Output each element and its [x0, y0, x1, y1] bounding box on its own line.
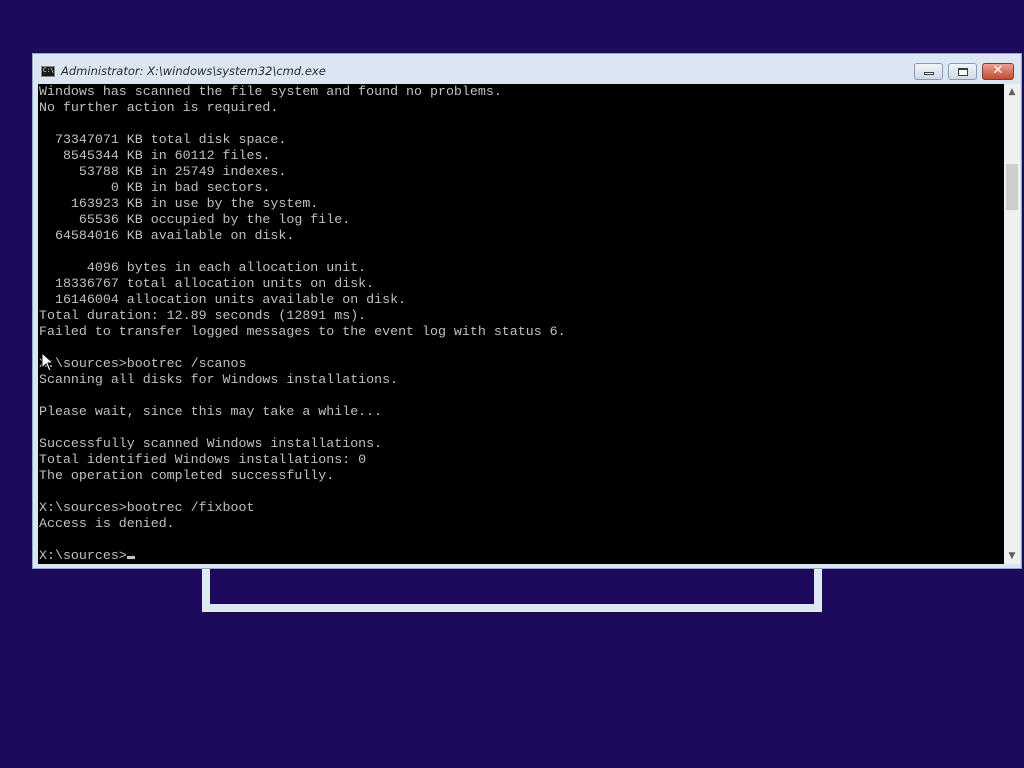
maximize-button[interactable]: [948, 63, 977, 80]
console-output[interactable]: Windows has scanned the file system and …: [38, 84, 1004, 564]
maximize-icon: [958, 68, 968, 76]
scroll-up-icon[interactable]: ▲: [1004, 84, 1020, 100]
background-dialog-frame: [202, 566, 822, 612]
console-line: Total duration: 12.89 seconds (12891 ms)…: [39, 308, 367, 323]
console-line: X:\sources>: [39, 548, 1004, 564]
mouse-pointer-icon: [41, 352, 55, 372]
console-line: Access is denied.: [39, 516, 175, 531]
console-line: 8545344 KB in 60112 files.: [39, 148, 271, 163]
minimize-icon: [924, 72, 934, 75]
console-line: No further action is required.: [39, 100, 279, 115]
title-bar[interactable]: Administrator: X:\windows\system32\cmd.e…: [33, 54, 1021, 84]
cmd-icon[interactable]: [41, 66, 55, 77]
console-line: Please wait, since this may take a while…: [39, 404, 383, 419]
console-line: Scanning all disks for Windows installat…: [39, 372, 399, 387]
close-button[interactable]: ✕: [982, 63, 1014, 80]
console-line: 64584016 KB available on disk.: [39, 228, 295, 243]
vertical-scrollbar[interactable]: ▲ ▼: [1004, 84, 1020, 564]
console-line: 0 KB in bad sectors.: [39, 180, 271, 195]
window-title: Administrator: X:\windows\system32\cmd.e…: [61, 64, 326, 78]
scroll-down-icon[interactable]: ▼: [1004, 548, 1020, 564]
console-line: 16146004 allocation units available on d…: [39, 292, 407, 307]
text-cursor: [126, 556, 135, 559]
console-line: 18336767 total allocation units on disk.: [39, 276, 375, 291]
console-line: X:\sources>bootrec /fixboot: [39, 500, 255, 515]
console-line: 73347071 KB total disk space.: [39, 132, 287, 147]
console-line: The operation completed successfully.: [39, 468, 335, 483]
cmd-window[interactable]: Administrator: X:\windows\system32\cmd.e…: [32, 53, 1022, 569]
console-line: 4096 bytes in each allocation unit.: [39, 260, 367, 275]
console-line: X:\sources>bootrec /scanos: [39, 356, 247, 371]
console-line: Windows has scanned the file system and …: [39, 84, 502, 99]
console-line: Successfully scanned Windows installatio…: [39, 436, 383, 451]
console-text: Windows has scanned the file system and …: [38, 84, 1004, 564]
background-dialog-body: [210, 566, 814, 604]
minimize-button[interactable]: [914, 63, 943, 80]
console-line: Failed to transfer logged messages to th…: [39, 324, 566, 339]
console-line: 53788 KB in 25749 indexes.: [39, 164, 287, 179]
console-line: 163923 KB in use by the system.: [39, 196, 319, 211]
console-line: 65536 KB occupied by the log file.: [39, 212, 351, 227]
scroll-thumb[interactable]: [1006, 164, 1018, 210]
close-icon: ✕: [992, 63, 1004, 78]
console-line: Total identified Windows installations: …: [39, 452, 367, 467]
